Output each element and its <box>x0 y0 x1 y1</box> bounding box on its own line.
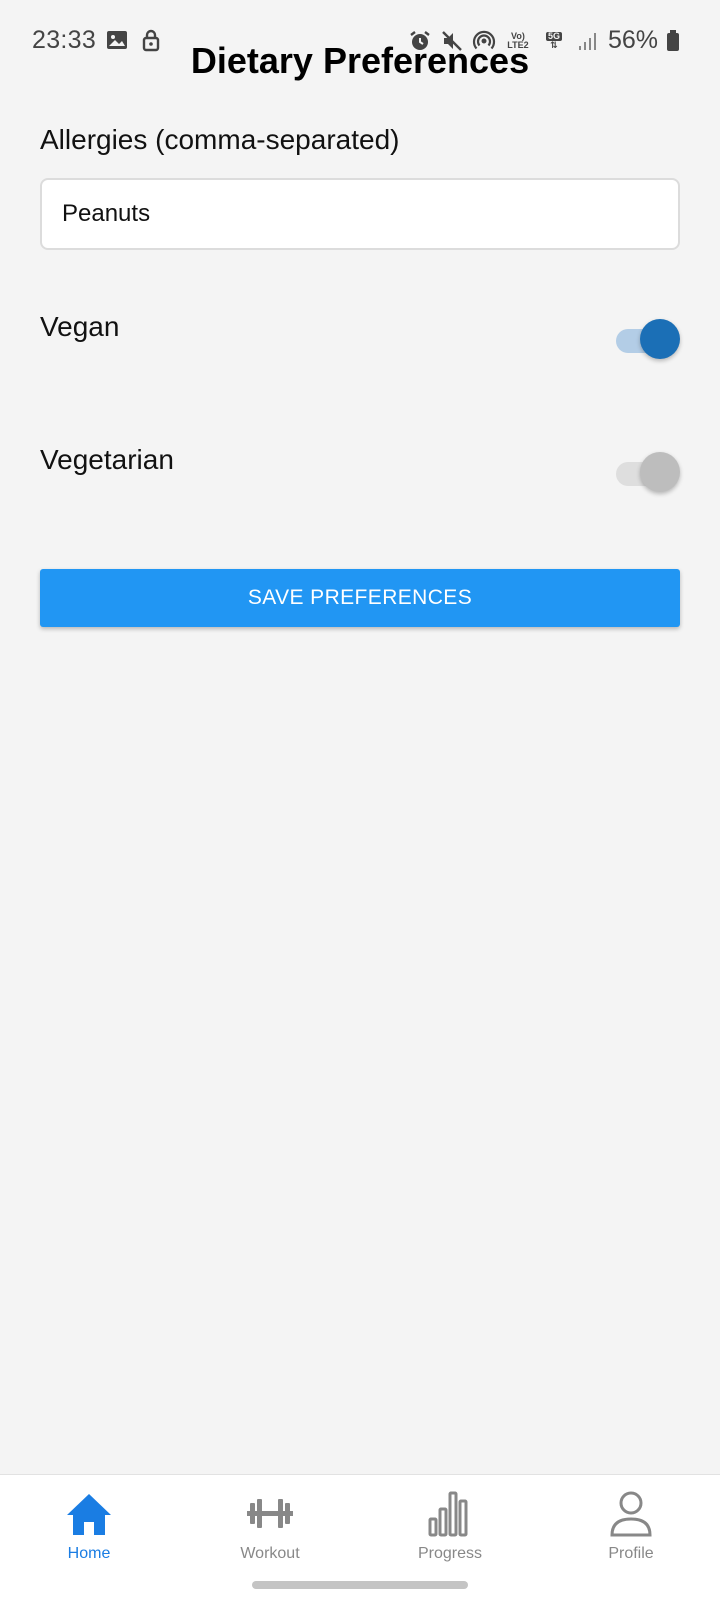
person-icon <box>606 1489 656 1539</box>
pref-row-vegetarian: Vegetarian <box>40 444 680 504</box>
pref-row-vegan: Vegan <box>40 311 680 371</box>
screen: 23:33 Vo) LTE2 5G ⇅ 56% Dietary Preferen… <box>0 0 720 1600</box>
nav-label-workout: Workout <box>240 1545 300 1562</box>
vegan-toggle[interactable] <box>616 319 680 359</box>
nav-item-progress[interactable]: Progress <box>390 1489 510 1569</box>
allergies-label: Allergies (comma-separated) <box>40 124 400 155</box>
nav-label-home: Home <box>67 1545 111 1562</box>
dumbbell-icon <box>245 1489 295 1539</box>
vegetarian-label: Vegetarian <box>40 444 174 475</box>
nav-item-profile[interactable]: Profile <box>571 1489 691 1569</box>
home-indicator[interactable] <box>252 1581 468 1589</box>
home-icon <box>64 1489 114 1539</box>
vegetarian-toggle[interactable] <box>616 452 680 492</box>
nav-item-workout[interactable]: Workout <box>210 1489 330 1569</box>
toggle-thumb <box>640 452 680 492</box>
nav-label-progress: Progress <box>417 1545 483 1562</box>
allergies-input[interactable] <box>40 178 680 250</box>
save-preferences-button[interactable]: SAVE PREFERENCES <box>40 569 680 627</box>
vegan-label: Vegan <box>40 311 120 342</box>
nav-label-profile: Profile <box>608 1545 654 1562</box>
toggle-thumb <box>640 319 680 359</box>
bar-chart-icon <box>425 1489 475 1539</box>
page-title: Dietary Preferences <box>190 40 530 81</box>
nav-item-home[interactable]: Home <box>29 1489 149 1569</box>
